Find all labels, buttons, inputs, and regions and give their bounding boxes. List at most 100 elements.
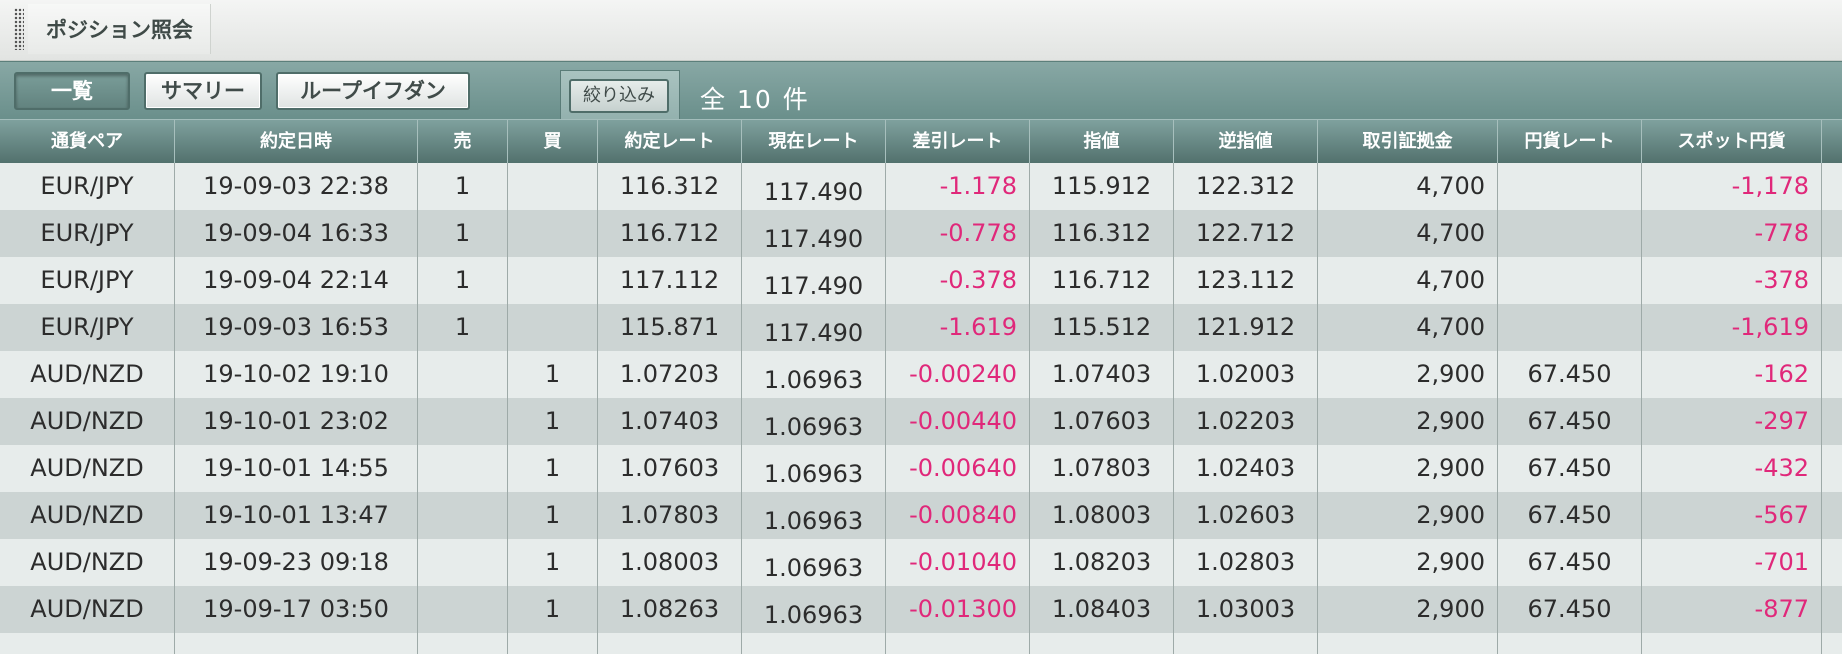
cell-stop: 1.02603 [1174, 492, 1318, 539]
cell-trade-time: 19-10-01 23:02 [175, 398, 418, 445]
cell-current-rate: 1.06963 [742, 586, 886, 633]
cell-trade-rate: 1.07203 [598, 351, 742, 398]
column-divider [1173, 163, 1174, 654]
cell-stop: 122.712 [1174, 210, 1318, 257]
cell-trade-time: 19-10-02 19:10 [175, 351, 418, 398]
column-divider [597, 163, 598, 654]
cell-pair: AUD/NZD [0, 492, 175, 539]
cell-trade-rate: 117.112 [598, 257, 742, 304]
cell-stop: 1.02403 [1174, 445, 1318, 492]
summary-button[interactable]: サマリー [144, 72, 262, 110]
cell-stop: 122.312 [1174, 163, 1318, 210]
cell-margin: 2,900 [1318, 398, 1498, 445]
table-row[interactable]: EUR/JPY 19-09-04 22:14 1 117.112 117.490 -0.3… [0, 257, 1842, 304]
cell-sell: 1 [418, 304, 508, 351]
cell-stop: 1.03003 [1174, 586, 1318, 633]
drag-grip-icon[interactable] [14, 8, 24, 50]
cell-limit: 1.07803 [1030, 445, 1174, 492]
cell-spot-yen: -297 [1642, 398, 1822, 445]
column-divider [174, 163, 175, 654]
table-row[interactable]: EUR/JPY 19-09-03 22:38 1 116.312 117.490 -1.1… [0, 163, 1842, 210]
cell-trade-time: 19-09-17 03:50 [175, 586, 418, 633]
cell-yen-rate [1498, 163, 1642, 210]
column-header-stop[interactable]: 逆指値 [1174, 120, 1318, 163]
cell-yen-rate [1498, 210, 1642, 257]
cell-margin: 4,700 [1318, 304, 1498, 351]
column-divider [507, 163, 508, 654]
table-row[interactable]: AUD/NZD 19-09-17 03:50 1 1.08263 1.06963 -0.0… [0, 586, 1842, 633]
cell-margin: 4,700 [1318, 210, 1498, 257]
cell-sell [418, 445, 508, 492]
toolbar: 一覧 サマリー ループイフダン 絞り込み 全 10 件 [0, 61, 1842, 122]
cell-current-rate: 1.06963 [742, 398, 886, 445]
cell-current-rate: 1.06963 [742, 351, 886, 398]
cell-limit: 1.08203 [1030, 539, 1174, 586]
column-divider [1641, 163, 1642, 654]
column-divider [1821, 163, 1822, 654]
cell-buy: 1 [508, 492, 598, 539]
cell-pair: EUR/JPY [0, 210, 175, 257]
cell-trade-rate: 116.712 [598, 210, 742, 257]
table-row[interactable]: AUD/NZD 19-09-23 09:18 1 1.08003 1.06963 -0.0… [0, 539, 1842, 586]
cell-yen-rate: 67.450 [1498, 539, 1642, 586]
empty-row [0, 633, 1842, 654]
cell-spot-yen: -567 [1642, 492, 1822, 539]
title-bar: ポジション照会 [0, 0, 1842, 61]
column-header-sell[interactable]: 売 [418, 120, 508, 163]
cell-sell [418, 398, 508, 445]
cell-trade-rate: 115.871 [598, 304, 742, 351]
cell-sell: 1 [418, 163, 508, 210]
cell-yen-rate: 67.450 [1498, 351, 1642, 398]
table-row[interactable]: EUR/JPY 19-09-04 16:33 1 116.712 117.490 -0.7… [0, 210, 1842, 257]
cell-buy: 1 [508, 539, 598, 586]
cell-diff-rate: -0.378 [886, 257, 1030, 304]
cell-sell [418, 586, 508, 633]
cell-margin: 2,900 [1318, 351, 1498, 398]
cell-current-rate: 117.490 [742, 210, 886, 257]
record-count: 全 10 件 [700, 85, 810, 114]
cell-sell [418, 539, 508, 586]
loop-ifdone-button[interactable]: ループイフダン [276, 72, 470, 110]
cell-trade-time: 19-10-01 13:47 [175, 492, 418, 539]
cell-spot-yen: -432 [1642, 445, 1822, 492]
cell-current-rate: 117.490 [742, 257, 886, 304]
column-header-yen-rate[interactable]: 円貨レート [1498, 120, 1642, 163]
cell-diff-rate: -0.01300 [886, 586, 1030, 633]
table-row[interactable]: EUR/JPY 19-09-03 16:53 1 115.871 117.490 -1.6… [0, 304, 1842, 351]
filter-button[interactable]: 絞り込み [569, 79, 669, 113]
column-header-trade-rate[interactable]: 約定レート [598, 120, 742, 163]
cell-yen-rate: 67.450 [1498, 398, 1642, 445]
list-view-button[interactable]: 一覧 [14, 72, 130, 110]
table-row[interactable]: AUD/NZD 19-10-01 13:47 1 1.07803 1.06963 -0.0… [0, 492, 1842, 539]
cell-pair: AUD/NZD [0, 398, 175, 445]
cell-buy [508, 163, 598, 210]
table-row[interactable]: AUD/NZD 19-10-02 19:10 1 1.07203 1.06963 -0.0… [0, 351, 1842, 398]
cell-buy: 1 [508, 586, 598, 633]
cell-trade-rate: 1.07803 [598, 492, 742, 539]
table-row[interactable]: AUD/NZD 19-10-01 14:55 1 1.07603 1.06963 -0.0… [0, 445, 1842, 492]
column-header-pair[interactable]: 通貨ペア [0, 120, 175, 163]
column-header-current-rate[interactable]: 現在レート [742, 120, 886, 163]
column-header-limit[interactable]: 指値 [1030, 120, 1174, 163]
column-header-spot-yen[interactable]: スポット円貨 [1642, 120, 1822, 163]
cell-sell: 1 [418, 210, 508, 257]
column-divider [885, 163, 886, 654]
cell-buy [508, 304, 598, 351]
column-divider [1029, 163, 1030, 654]
cell-trade-rate: 1.07403 [598, 398, 742, 445]
column-header-diff-rate[interactable]: 差引レート [886, 120, 1030, 163]
column-divider [1497, 163, 1498, 654]
table-row[interactable]: AUD/NZD 19-10-01 23:02 1 1.07403 1.06963 -0.0… [0, 398, 1842, 445]
cell-pair: AUD/NZD [0, 586, 175, 633]
cell-current-rate: 1.06963 [742, 539, 886, 586]
cell-diff-rate: -1.619 [886, 304, 1030, 351]
column-header-buy[interactable]: 買 [508, 120, 598, 163]
column-header-trade-time[interactable]: 約定日時 [175, 120, 418, 163]
column-header-margin[interactable]: 取引証拠金 [1318, 120, 1498, 163]
cell-stop: 1.02203 [1174, 398, 1318, 445]
cell-spot-yen: -778 [1642, 210, 1822, 257]
column-divider [741, 163, 742, 654]
cell-buy: 1 [508, 351, 598, 398]
cell-limit: 1.07403 [1030, 351, 1174, 398]
cell-diff-rate: -0.00840 [886, 492, 1030, 539]
